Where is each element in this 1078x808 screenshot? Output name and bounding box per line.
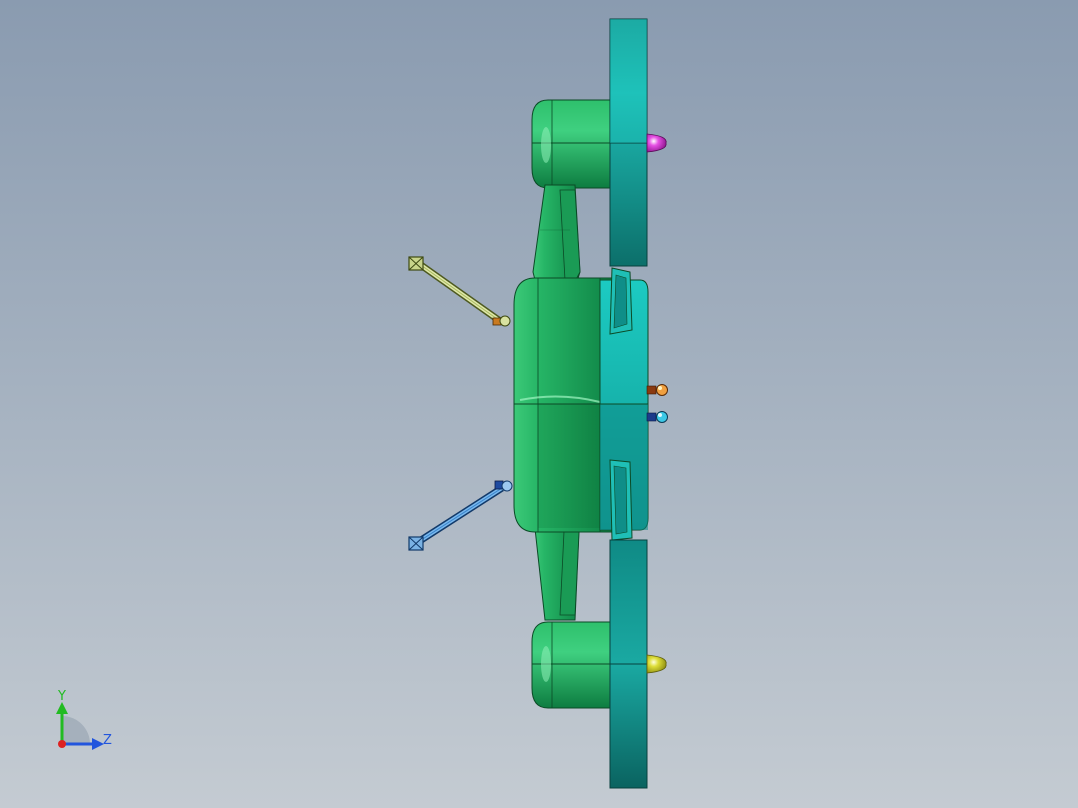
cad-graphics-viewport[interactable]: Y Z bbox=[0, 0, 1078, 808]
z-axis-label: Z bbox=[103, 733, 112, 748]
lower-leg[interactable] bbox=[408, 480, 513, 551]
body-front-section[interactable] bbox=[599, 267, 649, 541]
drone-model-svg[interactable]: Y Z bbox=[0, 0, 1078, 808]
bottom-rotor-disk[interactable] bbox=[609, 539, 648, 789]
x-axis-origin bbox=[58, 740, 66, 748]
top-rotor-disk[interactable] bbox=[609, 18, 648, 267]
top-motor-pod[interactable] bbox=[531, 99, 613, 189]
bottom-nose-cone[interactable] bbox=[646, 654, 667, 674]
front-light-orange[interactable] bbox=[646, 384, 668, 396]
orientation-triad: Y Z bbox=[56, 689, 112, 750]
bottom-motor-pod[interactable] bbox=[531, 621, 613, 709]
main-body[interactable] bbox=[513, 277, 613, 533]
y-axis-label: Y bbox=[57, 689, 66, 704]
upper-leg[interactable] bbox=[408, 256, 511, 327]
front-light-cyan[interactable] bbox=[646, 411, 668, 423]
top-nose-cone[interactable] bbox=[646, 133, 667, 153]
